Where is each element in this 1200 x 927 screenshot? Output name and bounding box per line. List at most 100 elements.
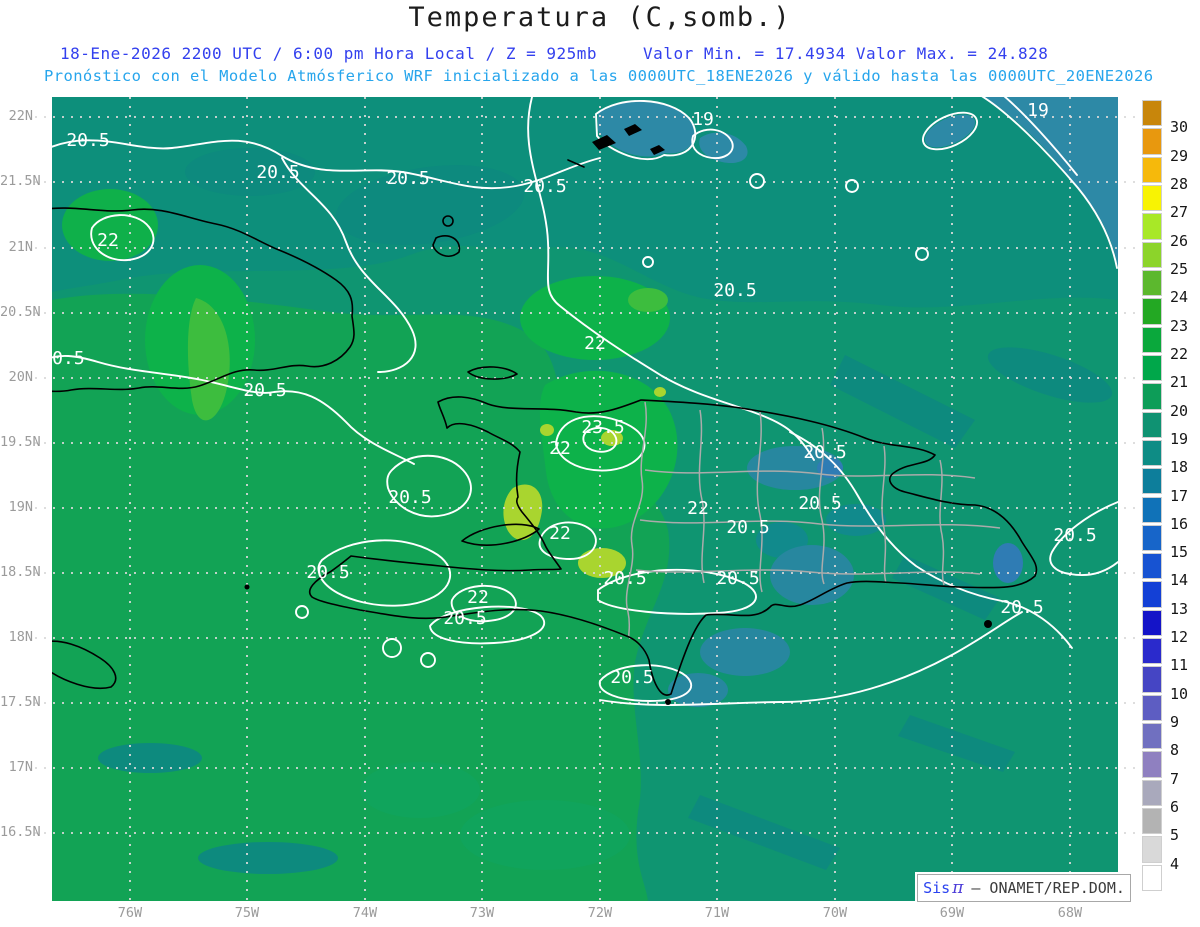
colorbar-tick-label: 28	[1170, 174, 1189, 193]
colorbar-tick-label: 11	[1170, 656, 1189, 675]
colorbar-tick-label: 20	[1170, 401, 1189, 420]
lat-tick-label: 17N	[8, 759, 33, 775]
colorbar-cell	[1142, 468, 1162, 495]
contour-label: 22	[549, 523, 571, 544]
lat-tick-label: 18.5N	[0, 564, 41, 580]
temperature-shading	[52, 97, 1118, 901]
contour-label: 20.5	[1053, 525, 1096, 546]
colorbar-tick-label: 6	[1170, 798, 1180, 817]
colorbar-tick-label: 15	[1170, 543, 1189, 562]
lon-tick-label: 72W	[587, 905, 613, 921]
contour-label: 22	[467, 587, 489, 608]
colorbar-cell	[1142, 638, 1162, 665]
lat-tick-label: 19.5N	[0, 434, 41, 450]
branding-box: Sis π – ONAMET/REP.DOM.	[917, 874, 1131, 902]
contour-label: 20.5	[386, 168, 429, 189]
colorbar-cell	[1142, 354, 1162, 382]
contour-label: 20.5	[523, 176, 566, 197]
lon-tick-label: 69W	[939, 905, 965, 921]
colorbar-tick-label: 8	[1170, 741, 1180, 760]
colorbar-tick-label: 25	[1170, 259, 1189, 278]
contour-label: 20.5	[798, 493, 841, 514]
contour-label: 20.5	[603, 568, 646, 589]
lon-tick-label: 76W	[117, 905, 143, 921]
contour-label: 22	[549, 438, 571, 459]
contour-label: 20.5	[388, 487, 431, 508]
colorbar-tick-label: 16	[1170, 514, 1189, 533]
colorbar-cell	[1142, 723, 1162, 750]
colorbar-tick-label: 29	[1170, 146, 1189, 165]
lat-tick-label: 17.5N	[0, 694, 41, 710]
colorbar-cell	[1142, 128, 1162, 155]
contour-label: 20.5	[256, 162, 299, 183]
contour-label: 20.5	[726, 517, 769, 538]
map-canvas: 20.520.5 20.5 20.519 192220.52220.520.523.5…	[35, 97, 1137, 901]
colorbar-cell	[1142, 411, 1162, 438]
contour-label: 23.5	[581, 417, 624, 438]
colorbar-cell	[1142, 524, 1162, 552]
lat-tick-label: 21N	[8, 239, 33, 255]
contour-label: 20.5	[716, 568, 759, 589]
colorbar-tick-label: 9	[1170, 713, 1180, 732]
contour-label: 20.5	[713, 280, 756, 301]
colorbar-tick-label: 26	[1170, 231, 1189, 250]
contour-label: 19	[1027, 100, 1049, 121]
lon-tick-label: 70W	[822, 905, 848, 921]
colorbar-cell	[1142, 213, 1162, 240]
lon-tick-label: 73W	[469, 905, 495, 921]
branding-onamet: – ONAMET/REP.DOM.	[971, 879, 1125, 897]
branding-sis: Sis	[923, 879, 951, 897]
lat-tick-label: 20N	[8, 369, 33, 385]
colorbar-tick-label: 21	[1170, 373, 1189, 392]
lon-tick-label: 71W	[704, 905, 730, 921]
colorbar-cell	[1142, 326, 1162, 353]
lat-tick-label: 22N	[8, 108, 33, 124]
colorbar-cell	[1142, 779, 1162, 807]
colorbar-cell	[1142, 298, 1162, 325]
colorbar-cell	[1142, 184, 1162, 212]
colorbar-tick-label: 27	[1170, 203, 1189, 222]
colorbar-cell	[1142, 439, 1162, 467]
contour-label: 22	[584, 333, 606, 354]
colorbar-cell	[1142, 808, 1162, 835]
lat-tick-label: 18N	[8, 629, 33, 645]
lat-tick-label: 21.5N	[0, 173, 41, 189]
contour-label: 20.5	[1000, 597, 1043, 618]
contour-label: 20.5	[443, 608, 486, 629]
colorbar-cell	[1142, 836, 1162, 863]
colorbar-tick-label: 12	[1170, 628, 1189, 647]
pi-symbol: π	[952, 878, 964, 898]
colorbar-cell	[1142, 864, 1162, 891]
colorbar-cell	[1142, 496, 1162, 523]
colorbar-cell	[1142, 666, 1162, 693]
lat-tick-label: 16.5N	[0, 824, 41, 840]
contour-label: 20.5	[41, 348, 84, 369]
contour-label: 20.5	[243, 380, 286, 401]
lat-tick-label: 20.5N	[0, 304, 41, 320]
colorbar-cell	[1142, 100, 1162, 127]
colorbar-cell	[1142, 383, 1162, 410]
contour-label: 22	[687, 498, 709, 519]
contour-label: 19	[692, 109, 714, 130]
colorbar-tick-label: 22	[1170, 344, 1189, 363]
contour-label: 20.5	[306, 562, 349, 583]
contour-label: 22	[97, 230, 119, 251]
colorbar-tick-label: 7	[1170, 769, 1180, 788]
colorbar-tick-label: 23	[1170, 316, 1189, 335]
colorbar-tick-label: 5	[1170, 826, 1180, 845]
colorbar-tick-label: 17	[1170, 486, 1189, 505]
colorbar-tick-label: 13	[1170, 599, 1189, 618]
colorbar-cell	[1142, 241, 1162, 268]
colorbar-tick-label: 19	[1170, 429, 1189, 448]
colorbar-cell	[1142, 694, 1162, 722]
lon-tick-label: 68W	[1057, 905, 1083, 921]
contour-label: 20.5	[66, 130, 109, 151]
colorbar-tick-label: 24	[1170, 288, 1189, 307]
colorbar-tick-label: 10	[1170, 684, 1189, 703]
colorbar-tick-label: 14	[1170, 571, 1189, 590]
forecast-map-page: Temperatura (C,somb.) 18-Ene-2026 2200 U…	[0, 0, 1200, 927]
lon-tick-label: 75W	[234, 905, 260, 921]
colorbar-cell	[1142, 553, 1162, 580]
contour-label: 20.5	[803, 442, 846, 463]
colorbar-cell	[1142, 156, 1162, 183]
